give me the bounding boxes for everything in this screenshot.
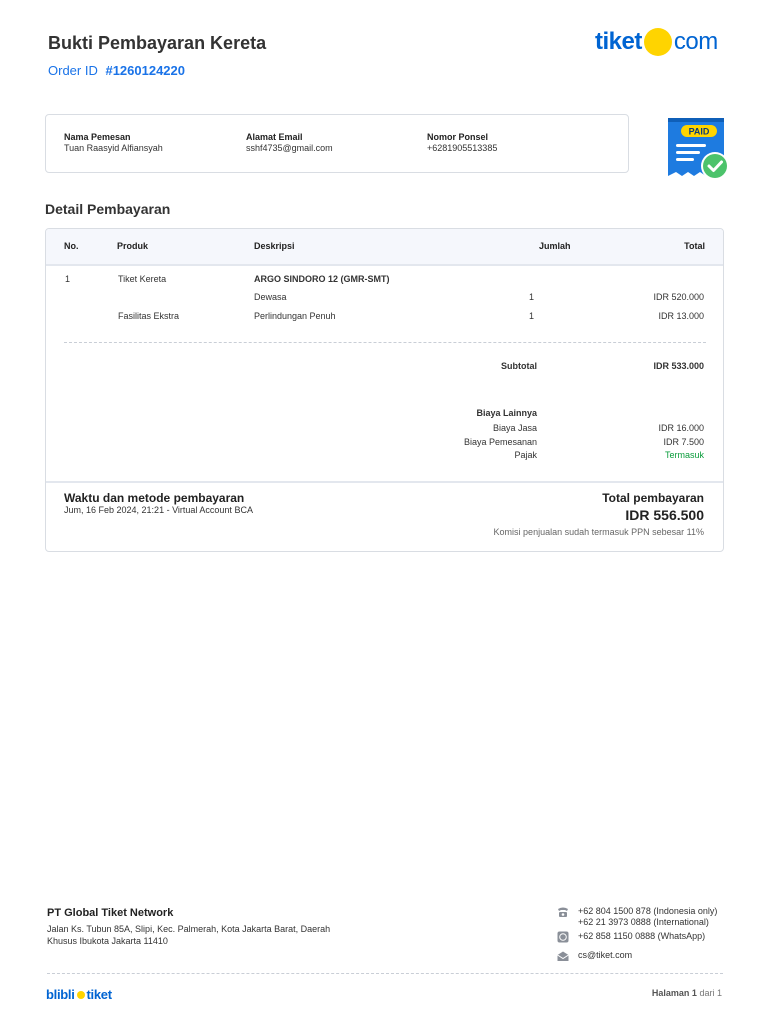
phone-international: +62 21 3973 0888 (International) xyxy=(578,917,709,927)
customer-name-block: Nama Pemesan Tuan Raasyid Alfiansyah xyxy=(64,132,163,153)
brand-right-text: tiket xyxy=(86,987,113,1002)
total-payment-label: Total pembayaran xyxy=(602,491,704,505)
order-id-line: Order ID #1260124220 xyxy=(48,63,185,78)
fee-booking-label: Biaya Pemesanan xyxy=(463,437,537,447)
other-fees-label: Biaya Lainnya xyxy=(476,408,537,418)
row-3-qty: 1 xyxy=(529,311,535,321)
contact-email: cs@tiket.com xyxy=(556,950,632,962)
whatsapp-number: +62 858 1150 0888 (WhatsApp) xyxy=(578,931,706,941)
col-total: Total xyxy=(684,241,705,251)
page-current: 1 xyxy=(691,988,697,998)
total-divider xyxy=(46,481,723,483)
row-1-no: 1 xyxy=(65,274,71,284)
col-product: Produk xyxy=(117,241,149,251)
customer-email: sshf4735@gmail.com xyxy=(246,143,333,153)
table-divider xyxy=(64,342,706,343)
tax-note: Komisi penjualan sudah termasuk PPN sebe… xyxy=(493,527,704,537)
payment-time-value: Jum, 16 Feb 2024, 21:21 - Virtual Accoun… xyxy=(64,505,253,515)
customer-phone: +6281905513385 xyxy=(427,143,498,153)
order-id-value: #1260124220 xyxy=(105,63,185,78)
page-number: Halaman 1 dari 1 xyxy=(652,988,722,998)
support-email: cs@tiket.com xyxy=(578,950,633,960)
brand-dot-icon xyxy=(76,990,85,999)
logo-text-right: com xyxy=(673,28,718,55)
contact-phone: +62 804 1500 878 (Indonesia only) +62 21… xyxy=(556,906,717,928)
footer-divider xyxy=(47,973,723,974)
fee-tax-label: Pajak xyxy=(514,450,537,460)
col-qty: Jumlah xyxy=(539,241,571,251)
payment-time-label: Waktu dan metode pembayaran xyxy=(64,491,245,505)
col-description: Deskripsi xyxy=(254,241,295,251)
col-no: No. xyxy=(64,241,79,251)
page-total: 1 xyxy=(716,988,722,998)
fee-service-value: IDR 16.000 xyxy=(658,423,704,433)
table-header: No. Produk Deskripsi Jumlah Total xyxy=(46,229,723,266)
paid-badge-text: PAID xyxy=(689,127,710,137)
page-separator: dari xyxy=(699,988,715,998)
blibli-tiket-logo: blibli tiket xyxy=(46,987,112,1002)
detail-section-title: Detail Pembayaran xyxy=(45,201,171,217)
contact-whatsapp: +62 858 1150 0888 (WhatsApp) xyxy=(556,931,705,943)
fee-service-label: Biaya Jasa xyxy=(492,423,537,433)
order-id-label: Order ID xyxy=(48,63,98,78)
mail-icon xyxy=(557,951,569,961)
row-2-qty: 1 xyxy=(529,292,535,302)
paid-receipt-icon: PAID xyxy=(668,118,729,180)
company-name: PT Global Tiket Network xyxy=(47,907,174,919)
row-2-total: IDR 520.000 xyxy=(653,292,704,302)
customer-phone-block: Nomor Ponsel +6281905513385 xyxy=(427,132,497,153)
row-1-description: ARGO SINDORO 12 (GMR-SMT) xyxy=(254,274,390,284)
fee-booking-value: IDR 7.500 xyxy=(663,437,704,447)
customer-phone-label: Nomor Ponsel xyxy=(427,132,489,142)
customer-info-box: Nama Pemesan Tuan Raasyid Alfiansyah Ala… xyxy=(45,114,629,173)
phone-indonesia: +62 804 1500 878 (Indonesia only) xyxy=(578,906,718,916)
customer-email-label: Alamat Email xyxy=(246,132,303,142)
row-2-description: Dewasa xyxy=(254,292,287,302)
row-3-total: IDR 13.000 xyxy=(658,311,704,321)
page-label: Halaman xyxy=(651,988,690,998)
customer-email-block: Alamat Email sshf4735@gmail.com xyxy=(246,132,333,153)
tiket-logo: tiket com xyxy=(595,27,718,57)
total-payment-value: IDR 556.500 xyxy=(625,507,704,523)
fee-tax-value: Termasuk xyxy=(664,450,704,460)
page-title: Bukti Pembayaran Kereta xyxy=(48,33,267,53)
brand-left-text: blibli xyxy=(46,987,75,1002)
payment-detail-box: No. Produk Deskripsi Jumlah Total 1 Tike… xyxy=(45,228,724,552)
row-1-product: Tiket Kereta xyxy=(118,274,167,284)
logo-dot-icon xyxy=(643,28,672,56)
whatsapp-icon xyxy=(557,931,569,943)
phone-icon xyxy=(558,907,568,917)
row-3-description: Perlindungan Penuh xyxy=(254,311,336,321)
company-address: Jalan Ks. Tubun 85A, Slipi, Kec. Palmera… xyxy=(47,924,331,946)
logo-text-left: tiket xyxy=(595,28,642,55)
customer-name-label: Nama Pemesan xyxy=(64,132,131,142)
subtotal-value: IDR 533.000 xyxy=(653,361,704,371)
subtotal-label: Subtotal xyxy=(501,361,537,371)
customer-name: Tuan Raasyid Alfiansyah xyxy=(64,143,163,153)
row-3-product: Fasilitas Ekstra xyxy=(118,311,180,321)
